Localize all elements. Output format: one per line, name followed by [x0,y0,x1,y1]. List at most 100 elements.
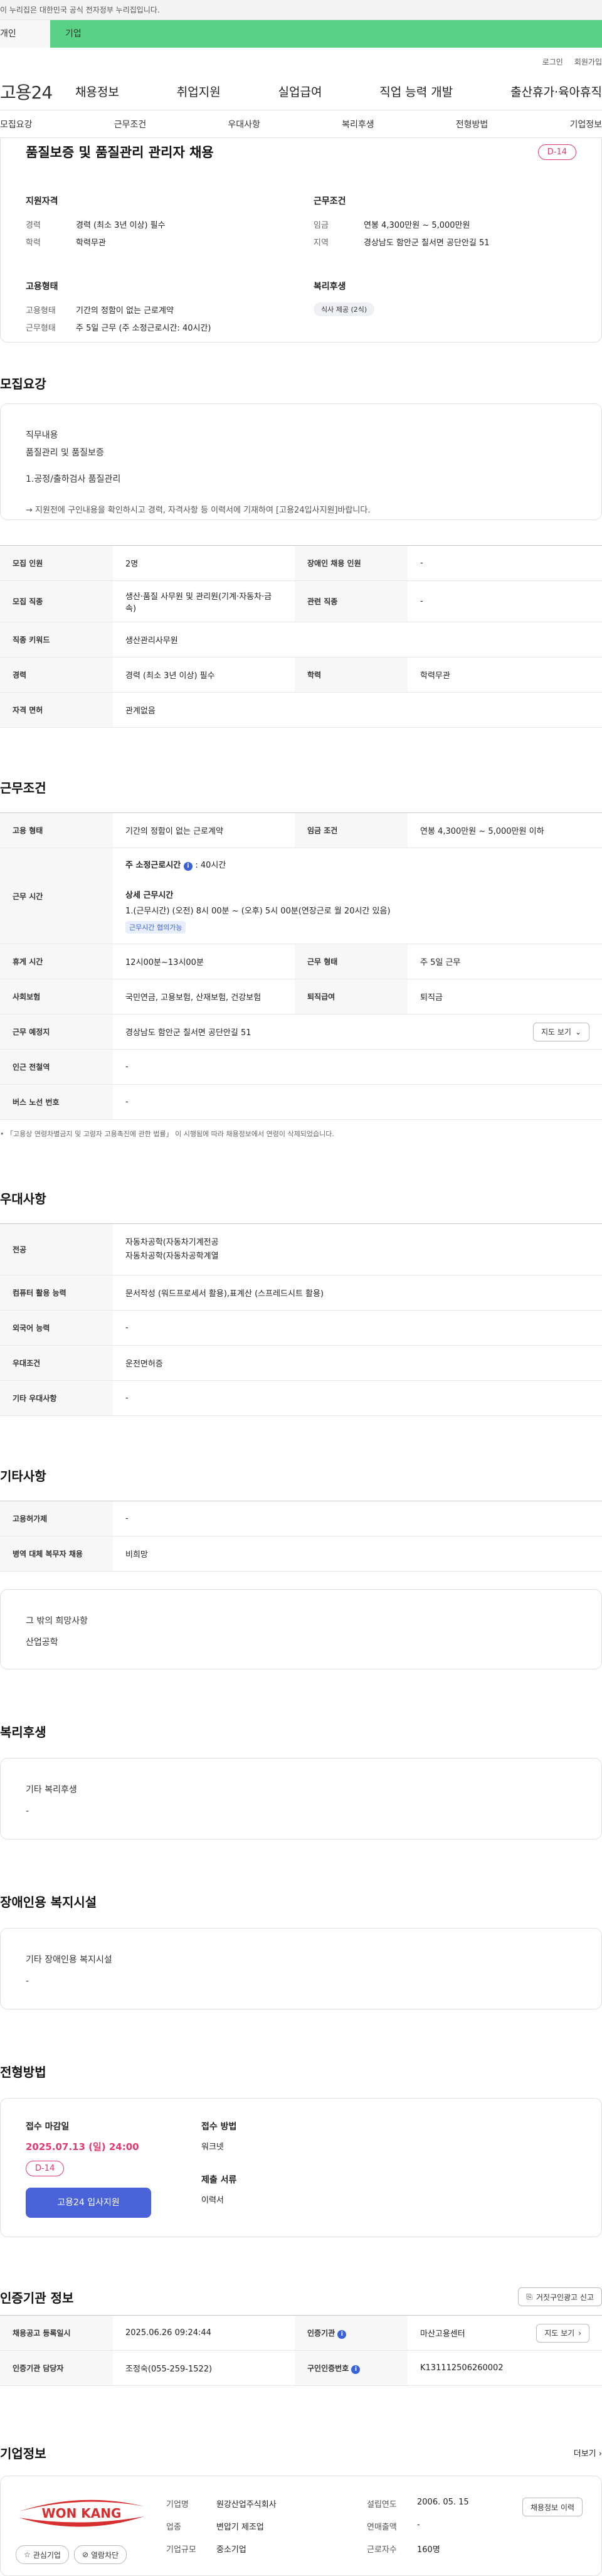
table-row: 자격 면허 관계없음 [0,692,602,728]
chevron-right-icon: › [578,2328,581,2338]
star-icon: ☆ [24,2550,31,2559]
career-label: 경력 [26,221,41,230]
table-cell: 관계없음 [113,692,602,728]
table-row: 컴퓨터 활용 능력 문서작성 (워드프로세서 활용),표계산 (스프레드시트 활… [0,1275,602,1311]
cert-table: 채용공고 등록일시 2025.06.26 09:24:44 인증기관 i 마산고… [0,2315,602,2386]
summary-qualification-heading: 지원자격 [26,196,58,206]
info-icon[interactable]: i [351,2365,361,2374]
work-form-value: 주 5일 근무 (주 소정근로시간: 40시간) [76,324,211,333]
table-cell: 국민연금, 고용보험, 산재보험, 건강보험 [113,979,295,1014]
job-summary-card: 품질보증 및 품질관리 관리자 채용 D-14 지원자격 경력 경력 (최소 3년… [0,138,602,343]
join-link[interactable]: 회원가입 [574,56,602,73]
table-row: 버스 노선 번호 - [0,1084,602,1120]
weekly-hours-value: : 40시간 [195,861,226,870]
summary-work-heading: 근무조건 [314,196,346,206]
table-header-cell: 모집 직종 [0,580,113,622]
company-sales-value: - [417,2520,420,2530]
summary-work: 근무조건 임금 연봉 4,300만원 ~ 5,000만원 지역 경상남도 함안군 칠… [314,194,576,252]
table-header-cell: 외국어 능력 [0,1310,113,1346]
table-cell: - [113,1049,602,1085]
info-icon[interactable]: i [183,862,193,871]
table-row: 우대조건 운전면허증 [0,1345,602,1381]
subnav-welfare[interactable]: 복리후생 [342,118,374,130]
table-header-cell: 인증기관 담당자 [0,2350,113,2386]
table-header-cell: 컴퓨터 활용 능력 [0,1275,113,1311]
table-cell: 생산관리사무원 [113,622,602,657]
tab-company[interactable]: 기업 [50,20,602,48]
table-row: 고용 형태 기간의 정함이 없는 근로계약 임금 조건 연봉 4,300만원 ~… [0,812,602,848]
subnav-recruit[interactable]: 모집요강 [0,118,33,130]
subnav-work-conditions[interactable]: 근무조건 [114,118,147,130]
block-icon: ⊘ [82,2550,88,2559]
apply-button[interactable]: 고용24 입사지원 [26,2188,151,2218]
subnav-preferences[interactable]: 우대사항 [228,118,260,130]
recruit-section: 모집요강 직무내용 품질관리 및 품질보증 1.공정/출하검사 품질관리 → 지… [0,374,602,728]
company-info: 기업명 원강산업주식회사 설립연도 2006. 05. 15 업종 변압기 제조… [166,2498,492,2559]
cert-map-button[interactable]: 지도 보기 › [536,2323,589,2343]
table-row: 근무 예정지 경상남도 함안군 칠서면 공단안길 51 지도 보기 ⌄ [0,1014,602,1050]
table-cell: 경력 (최소 3년 이상) 필수 [113,657,295,693]
table-header-cell: 자격 면허 [0,692,113,728]
table-cell: 2025.06.26 09:24:44 [113,2315,295,2351]
wish-value: 산업공학 [26,1637,58,1647]
company-more-link[interactable]: 더보기 › [574,2447,602,2459]
docs-value: 이력서 [201,2196,224,2205]
gnb-item-parental-leave[interactable]: 출산휴가·육아휴직 [510,83,602,100]
dday-badge: D-14 [537,144,576,160]
table-cell: K131112506260002 [408,2350,602,2386]
preference-title: 우대사항 [0,1191,46,1206]
process-title: 전형방법 [0,2065,46,2080]
detail-hours-label: 상세 근무시간 [125,891,174,900]
info-icon[interactable]: i [337,2329,347,2339]
map-view-button[interactable]: 지도 보기 ⌄ [532,1022,589,1041]
table-row: 병역 대체 복무자 채용 비희망 [0,1536,602,1572]
disabled-label: 기타 장애인용 복지시설 [26,1955,112,1965]
table-header-cell: 전공 [0,1223,113,1275]
method-block: 접수 방법 워크넷 제출 서류 이력서 [201,2120,236,2215]
table-header-cell: 근무 시간 [0,848,113,944]
company-card: WON KANG ☆ 관심기업 ⊘ 열람차단 기업명 원강산업주식회사 설립연도 2… [0,2476,602,2576]
disabled-section: 장애인용 복지시설 기타 장애인용 복지시설 - [0,1892,602,2009]
gnb-item-unemployment-benefit[interactable]: 실업급여 [278,83,322,100]
detail-hours-value: 1.(근무시간) (오전) 8시 00분 ~ (오후) 5시 00분(연장근로 … [125,907,391,916]
login-link[interactable]: 로그인 [542,56,563,73]
company-sales-label: 연매출액 [367,2523,397,2532]
company-est-value: 2006. 05. 15 [417,2498,469,2507]
summary-employment-heading: 고용형태 [26,282,58,292]
table-header-cell: 기타 우대사항 [0,1380,113,1416]
gnb-item-vocational-training[interactable]: 직업 능력 개발 [379,83,453,100]
gnb-item-employment-support[interactable]: 취업지원 [177,83,221,100]
table-row: 전공 자동차공학(자동차기계전공 자동차공학(자동차공학계열 [0,1223,602,1275]
education-value: 학력무관 [76,238,106,248]
deadline-label: 접수 마감일 [26,2122,70,2132]
weekly-hours-label: 주 소정근로시간 [125,861,181,870]
favorite-company-button[interactable]: ☆ 관심기업 [16,2545,69,2564]
site-logo[interactable]: 고용24 [0,79,75,104]
table-cell: - [113,1084,602,1120]
table-header-cell: 우대조건 [0,1345,113,1381]
summary-qualification: 지원자격 경력 경력 (최소 3년 이상) 필수 학력 학력무관 [26,194,288,252]
tab-personal[interactable]: 개인 [0,20,50,48]
summary-employment: 고용형태 고용형태 기간의 정함이 없는 근로계약 근무형태 주 5일 근무 (주 … [26,280,288,338]
duty-line-1: 품질관리 및 품질보증 [26,448,104,458]
other-section: 기타사항 고용허가제 - 병역 대체 복무자 채용 비희망 그 밖의 희망사항 … [0,1466,602,1669]
deadline-value: 2025.07.13 (일) 24:00 [26,2141,139,2153]
gnb-item-jobs[interactable]: 채용정보 [75,83,119,100]
table-header-cell: 휴게 시간 [0,944,113,979]
subnav-process[interactable]: 전형방법 [456,118,488,130]
wage-value: 연봉 4,300만원 ~ 5,000만원 [364,221,470,230]
table-cell: 학력무관 [408,657,602,693]
table-header-cell: 근무 예정지 [0,1014,113,1050]
cert-title: 인증기관 정보 [0,2290,74,2306]
subnav-company[interactable]: 기업정보 [569,118,602,130]
table-row: 경력 경력 (최소 3년 이상) 필수 학력 학력무관 [0,657,602,693]
other-table: 고용허가제 - 병역 대체 복무자 채용 비희망 [0,1501,602,1572]
megaphone-icon: ⎘ [526,2292,532,2301]
emp-type-label: 고용형태 [26,306,56,316]
report-fake-ad-button[interactable]: ⎘ 거짓구인광고 신고 [518,2287,602,2306]
cert-section: 인증기관 정보 ⎘ 거짓구인광고 신고 채용공고 등록일시 2025.06.26 … [0,2287,602,2386]
table-header-cell: 인근 전철역 [0,1049,113,1085]
block-company-button[interactable]: ⊘ 열람차단 [73,2545,127,2564]
major-cell: 자동차공학(자동차기계전공 자동차공학(자동차공학계열 [113,1223,602,1275]
emp-type-value: 기간의 정함이 없는 근로계약 [76,306,174,316]
